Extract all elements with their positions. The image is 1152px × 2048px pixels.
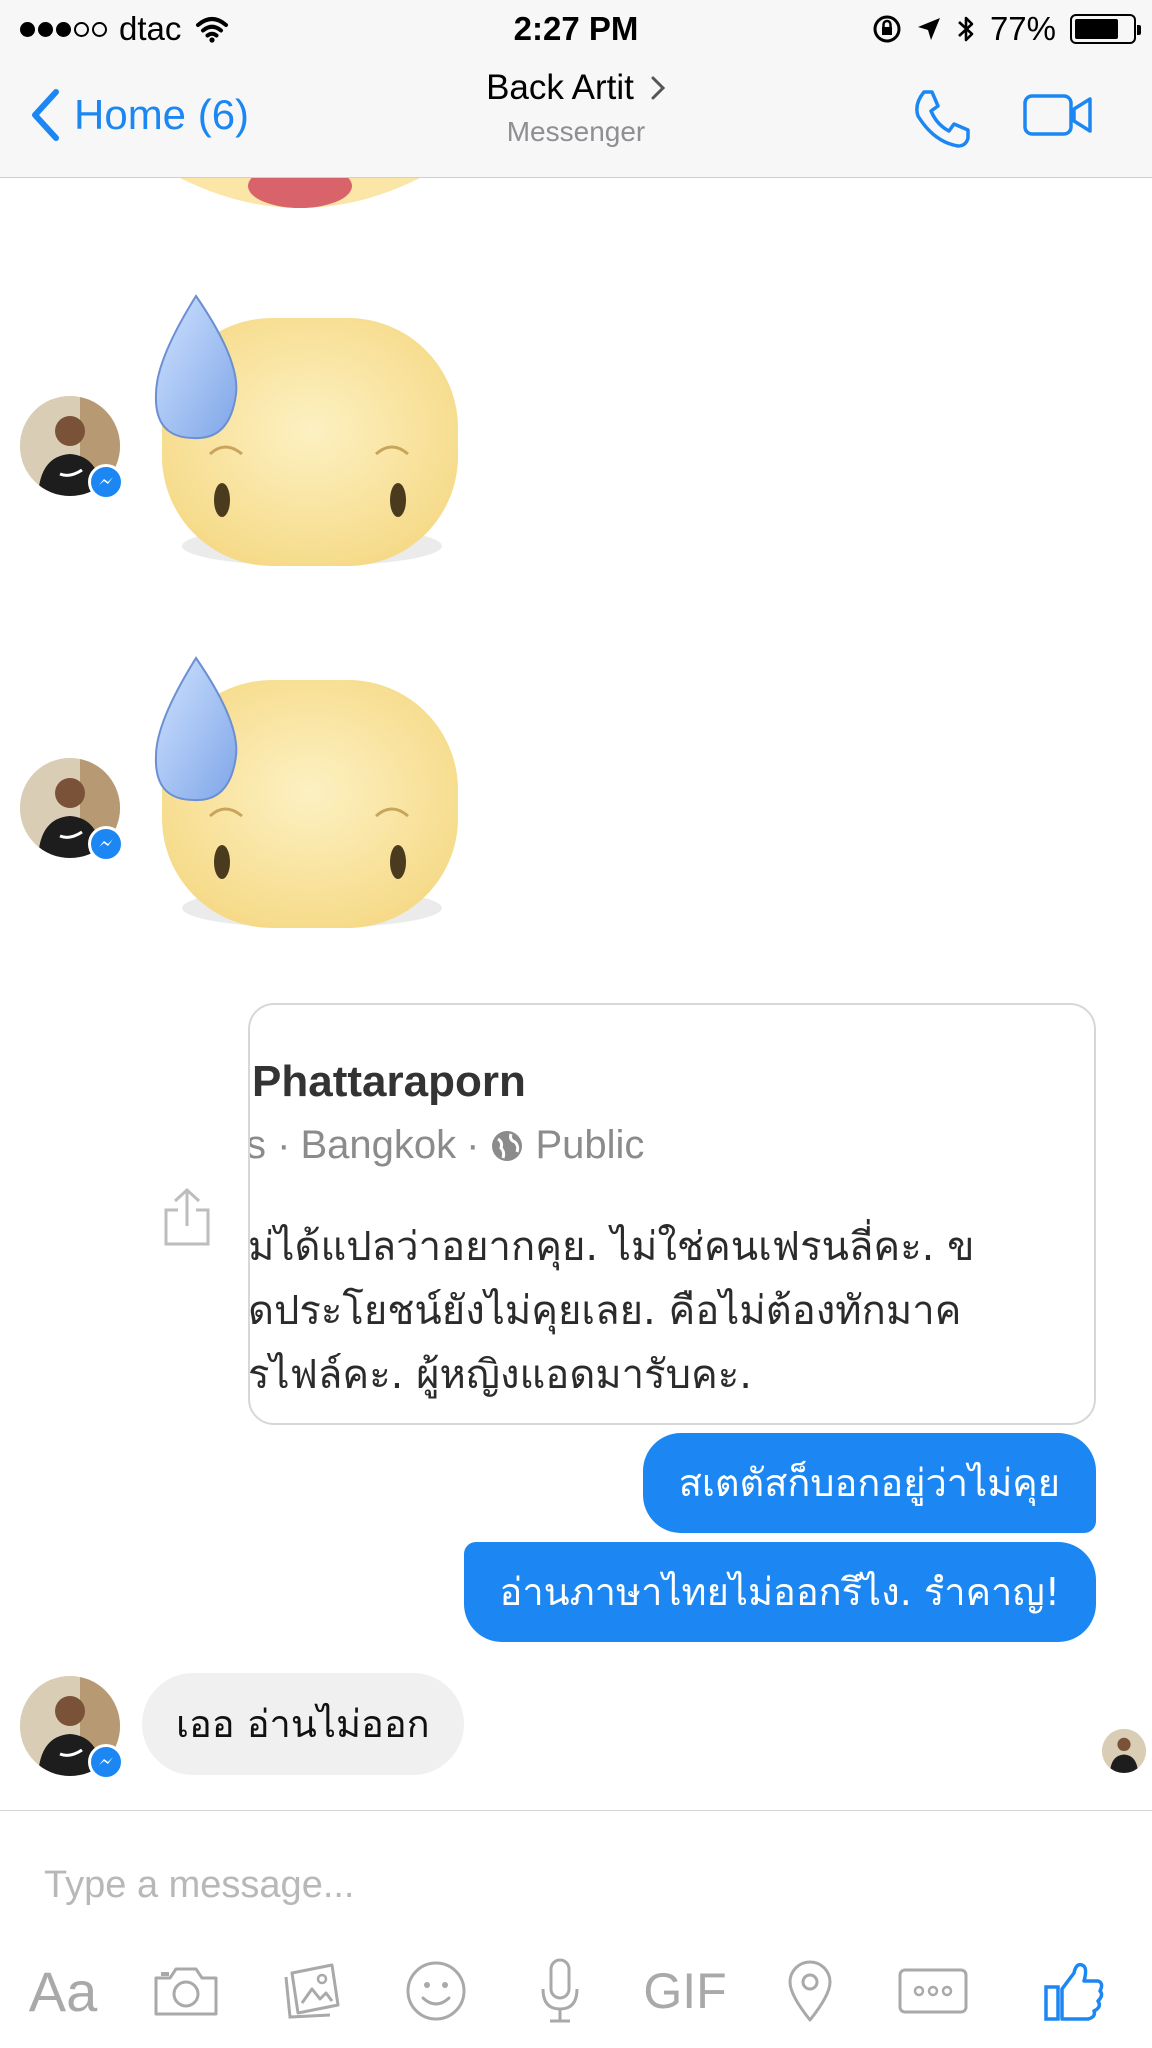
card-post-text: ม่ได้แปลว่าอยากคุย. ไม่ใช่คนเฟรนลี่คะ. ข… xyxy=(248,1215,1094,1407)
location-arrow-icon xyxy=(917,18,940,40)
card-meta: s · Bangkok · Public xyxy=(248,1123,645,1168)
messenger-badge-icon xyxy=(88,464,124,500)
thumbs-up-icon xyxy=(1044,1962,1104,2021)
phone-icon xyxy=(915,90,970,148)
card-profile-name: Phattaraporn xyxy=(252,1057,526,1106)
gif-label: GIF xyxy=(643,1963,727,2019)
sweat-drop-sticker[interactable] xyxy=(150,652,470,952)
seen-indicator-avatar xyxy=(1102,1729,1146,1773)
incoming-message[interactable]: เออ อ่านไม่ออก xyxy=(142,1673,464,1775)
contact-avatar[interactable] xyxy=(20,1676,124,1780)
location-pin-icon xyxy=(788,1960,832,2022)
card-meta-separator: · xyxy=(466,1123,480,1167)
location-button[interactable] xyxy=(770,1941,850,2041)
card-post-line: ม่ได้แปลว่าอยากคุย. ไม่ใช่คนเฟรนลี่คะ. ข xyxy=(248,1224,975,1270)
text-format-button[interactable]: Aa xyxy=(18,1941,108,2041)
photo-gallery-button[interactable] xyxy=(272,1941,352,2041)
contact-name: Back Artit xyxy=(486,68,634,107)
video-camera-icon xyxy=(1023,94,1092,136)
status-bar: dtac 2:27 PM 77% xyxy=(0,0,1152,56)
conversation-header: Home (6) Back Artit Messenger xyxy=(0,56,1152,178)
microphone-icon xyxy=(541,1958,579,2023)
conversation-title[interactable]: Back Artit Messenger xyxy=(0,68,1152,148)
smiley-icon xyxy=(406,1961,466,2021)
card-privacy: Public xyxy=(535,1123,645,1167)
composer-toolbar: Aa GIF xyxy=(0,1941,1152,2041)
battery-level xyxy=(1075,19,1119,39)
voice-call-button[interactable] xyxy=(910,86,974,155)
message-input[interactable] xyxy=(44,1847,1104,1923)
messenger-badge-icon xyxy=(88,1744,124,1780)
card-meta-lead: s · xyxy=(248,1123,291,1167)
messenger-badge-icon xyxy=(88,826,124,862)
bluetooth-icon xyxy=(958,16,974,42)
card-location: Bangkok xyxy=(300,1123,457,1167)
card-post-line: ิดประโยชน์ยังไม่คุยเลย. คือไม่ต้องทักมาค xyxy=(248,1288,962,1334)
orientation-lock-icon xyxy=(873,15,901,43)
like-button[interactable] xyxy=(1024,1941,1124,2041)
contact-avatar[interactable] xyxy=(20,758,124,862)
battery-percent: 77% xyxy=(989,10,1056,47)
status-indicators: 77% xyxy=(872,10,1141,48)
battery-icon xyxy=(1070,14,1141,44)
more-options-button[interactable] xyxy=(888,1941,978,2041)
camera-icon xyxy=(154,1967,218,2016)
video-call-button[interactable] xyxy=(1022,92,1094,143)
text-format-label: Aa xyxy=(28,1959,98,2023)
conversation-subtitle: Messenger xyxy=(506,116,646,147)
gallery-icon xyxy=(284,1963,340,2019)
share-icon xyxy=(164,1187,210,1246)
share-button[interactable] xyxy=(162,1186,212,1253)
sticker-partial xyxy=(180,178,420,208)
gif-button[interactable]: GIF xyxy=(630,1941,740,2041)
sticker-button[interactable] xyxy=(396,1941,476,2041)
camera-button[interactable] xyxy=(146,1941,226,2041)
card-post-line: รไฟล์คะ. ผู้หญิงแอดมารับคะ. xyxy=(248,1352,752,1398)
sweat-drop-sticker[interactable] xyxy=(150,290,470,590)
globe-icon xyxy=(492,1130,523,1161)
contact-avatar[interactable] xyxy=(20,396,124,500)
shared-image-card[interactable]: Phattaraporn s · Bangkok · Public ม่ได้แ… xyxy=(248,1003,1096,1425)
message-composer: Aa xyxy=(0,1810,1152,2048)
voice-record-button[interactable] xyxy=(520,1941,600,2041)
outgoing-message[interactable]: สเตตัสก็บอกอยู่ว่าไม่คุย xyxy=(642,1433,1096,1533)
more-icon xyxy=(898,1968,968,2014)
outgoing-message[interactable]: อ่านภาษาไทยไม่ออกรึไง. รำคาญ! xyxy=(463,1542,1096,1642)
chevron-right-icon xyxy=(651,76,666,100)
